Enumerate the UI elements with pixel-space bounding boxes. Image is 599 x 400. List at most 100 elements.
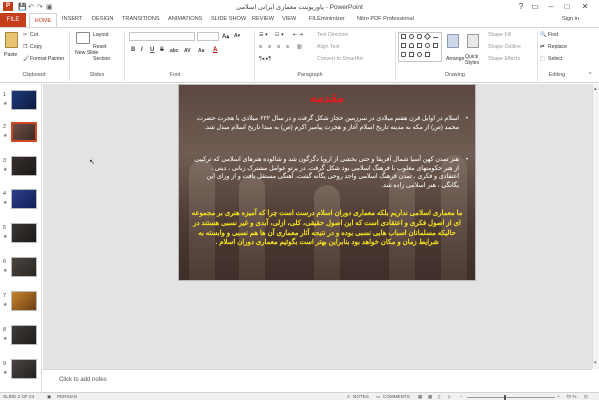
arrow-shape-icon[interactable] [417, 43, 422, 48]
slide-thumbnail-6[interactable] [11, 257, 37, 277]
callout-shape-icon[interactable] [401, 52, 406, 57]
arc-shape-icon[interactable] [409, 43, 414, 48]
slide-thumbnail-4[interactable] [11, 189, 37, 209]
zoom-level[interactable]: 70 % [566, 394, 576, 399]
slide-show-icon[interactable]: ▷ [448, 394, 452, 400]
strikethrough-button[interactable]: S [160, 47, 164, 53]
star-shape-icon[interactable] [433, 43, 438, 48]
collapse-ribbon-icon[interactable]: ^ [589, 72, 591, 78]
columns-icon[interactable]: ▥ [297, 44, 302, 50]
current-slide[interactable]: مقدمه اسلام در اوایل قرن هفتم میلادی در … [178, 84, 476, 281]
arrange-icon[interactable] [447, 34, 459, 48]
numbering-icon[interactable]: ☷ ▾ [275, 32, 284, 38]
slide-thumbnail-5[interactable] [11, 223, 37, 243]
quick-styles-button[interactable]: Quick Styles [465, 54, 485, 66]
scroll-up-icon[interactable]: ▴ [594, 86, 597, 92]
select-button[interactable]: Select [548, 56, 562, 62]
notes-pane[interactable]: Click to add notes [43, 369, 592, 392]
align-left-icon[interactable]: ≡ [259, 44, 262, 50]
reset-button[interactable]: Reset [93, 44, 107, 50]
tab-insert[interactable]: INSERT [62, 16, 82, 22]
slide-thumbnail-2[interactable] [11, 122, 37, 142]
ribbon-display-button[interactable]: ▭ [528, 1, 542, 12]
format-painter-button[interactable]: Format Painter [30, 56, 64, 62]
comments-toggle[interactable]: COMMENTS [383, 394, 410, 399]
align-right-icon[interactable]: ≡ [277, 44, 280, 50]
vertical-scrollbar[interactable]: ▴ ▾ [592, 84, 599, 369]
fit-slide-icon[interactable]: ⊡ [584, 394, 588, 400]
format-painter-icon[interactable]: 🖌 [23, 56, 30, 62]
slide-highlight-text[interactable]: ما معماری اسلامی نداریم بلکه معماری دورا… [191, 209, 463, 248]
tab-design[interactable]: DESIGN [92, 16, 113, 22]
notes-placeholder[interactable]: Click to add notes [59, 377, 107, 383]
tab-review[interactable]: REVIEW [252, 16, 274, 22]
slide-thumbnail-3[interactable] [11, 156, 37, 176]
find-button[interactable]: Find [548, 32, 558, 38]
tab-animations[interactable]: ANIMATIONS [168, 16, 202, 22]
slide-bullet-2[interactable]: هنر تمدن کهن آسیا شمال آفریقا و حتی بخشی… [193, 156, 459, 191]
slide-sorter-icon[interactable]: ▩ [428, 394, 432, 400]
tab-nitro-pdf[interactable]: Nitro PDF Professional [357, 16, 414, 22]
convert-smartart-button[interactable]: Convert to SmartArt [317, 56, 363, 62]
rtl-icon[interactable]: ¶◂ ▸¶ [259, 56, 271, 62]
section-button[interactable]: Section [93, 56, 110, 62]
scroll-down-icon[interactable]: ▾ [594, 360, 597, 366]
tab-file[interactable]: FILE [0, 13, 26, 28]
slide-thumbnail-8[interactable] [11, 325, 37, 345]
smiley-shape-icon[interactable] [425, 43, 430, 48]
zoom-out-icon[interactable]: – [460, 394, 463, 399]
zoom-slider[interactable] [467, 397, 555, 398]
spell-check-icon[interactable]: ▣ [47, 394, 51, 400]
paste-button[interactable]: Paste [4, 52, 17, 58]
character-spacing-button[interactable]: AV [184, 48, 191, 54]
tab-home[interactable]: HOME [29, 13, 57, 28]
text-shadow-button[interactable]: abc [170, 48, 179, 54]
replace-icon[interactable]: ⇄ [540, 44, 544, 50]
reading-view-icon[interactable]: ▯ [438, 394, 441, 400]
slide-thumbnail-1[interactable] [11, 90, 37, 110]
scissors-icon[interactable]: ✂ [23, 32, 27, 38]
slide-title[interactable]: مقدمه [179, 91, 475, 106]
notes-toggle[interactable]: NOTES [353, 394, 369, 399]
tab-slide-show[interactable]: SLIDE SHOW [211, 16, 246, 22]
font-family-select[interactable] [129, 32, 195, 41]
oval-shape-icon[interactable] [409, 34, 414, 39]
shape-outline-button[interactable]: Shape Outline [488, 44, 521, 50]
arrange-button[interactable]: Arrange [446, 56, 464, 62]
help-button[interactable]: ? [514, 1, 528, 12]
tab-fileminimizer[interactable]: FILEminimizer [309, 16, 345, 22]
comments-icon[interactable]: ▭ [376, 394, 380, 400]
layout-button[interactable]: Layout [93, 32, 109, 38]
copy-icon[interactable]: ❐ [23, 44, 28, 50]
quick-styles-icon[interactable] [467, 34, 479, 48]
notes-icon[interactable]: ≡ [347, 394, 350, 399]
shape-effects-button[interactable]: Shape Effects [488, 56, 520, 62]
normal-view-icon[interactable]: ▦ [418, 394, 422, 400]
slide-thumbnail-9[interactable] [11, 359, 37, 379]
italic-button[interactable]: I [141, 47, 143, 53]
decrease-font-icon[interactable]: A▾ [234, 33, 240, 39]
text-direction-button[interactable]: Text Direction [317, 32, 348, 38]
textbox-shape-icon[interactable] [401, 43, 406, 48]
zoom-slider-thumb[interactable] [504, 395, 506, 400]
cut-button[interactable]: Cut [30, 32, 38, 38]
font-color-button[interactable]: A [213, 47, 217, 53]
language-indicator[interactable]: PERSIAN [57, 394, 77, 399]
rectangle-shape-icon[interactable] [401, 34, 406, 39]
tab-view[interactable]: VIEW [282, 16, 296, 22]
justify-icon[interactable]: ≡ [286, 44, 289, 50]
copy-button[interactable]: Copy [30, 44, 42, 50]
diamond-shape-icon[interactable] [423, 32, 432, 41]
font-size-select[interactable] [197, 32, 219, 41]
sign-in-link[interactable]: Sign in [562, 16, 579, 22]
change-case-button[interactable]: Aa [198, 48, 204, 54]
slide-thumbnail-7[interactable] [11, 291, 37, 311]
rounded-rect-shape-icon[interactable] [417, 34, 422, 39]
select-icon[interactable]: ⬚ [540, 56, 545, 62]
close-button[interactable]: ✕ [578, 1, 592, 12]
line-shape-icon[interactable] [433, 37, 438, 42]
align-center-icon[interactable]: ≡ [268, 44, 271, 50]
heart-shape-icon[interactable] [417, 52, 422, 57]
find-icon[interactable]: 🔍 [540, 32, 546, 38]
align-text-button[interactable]: Align Text [317, 44, 339, 50]
